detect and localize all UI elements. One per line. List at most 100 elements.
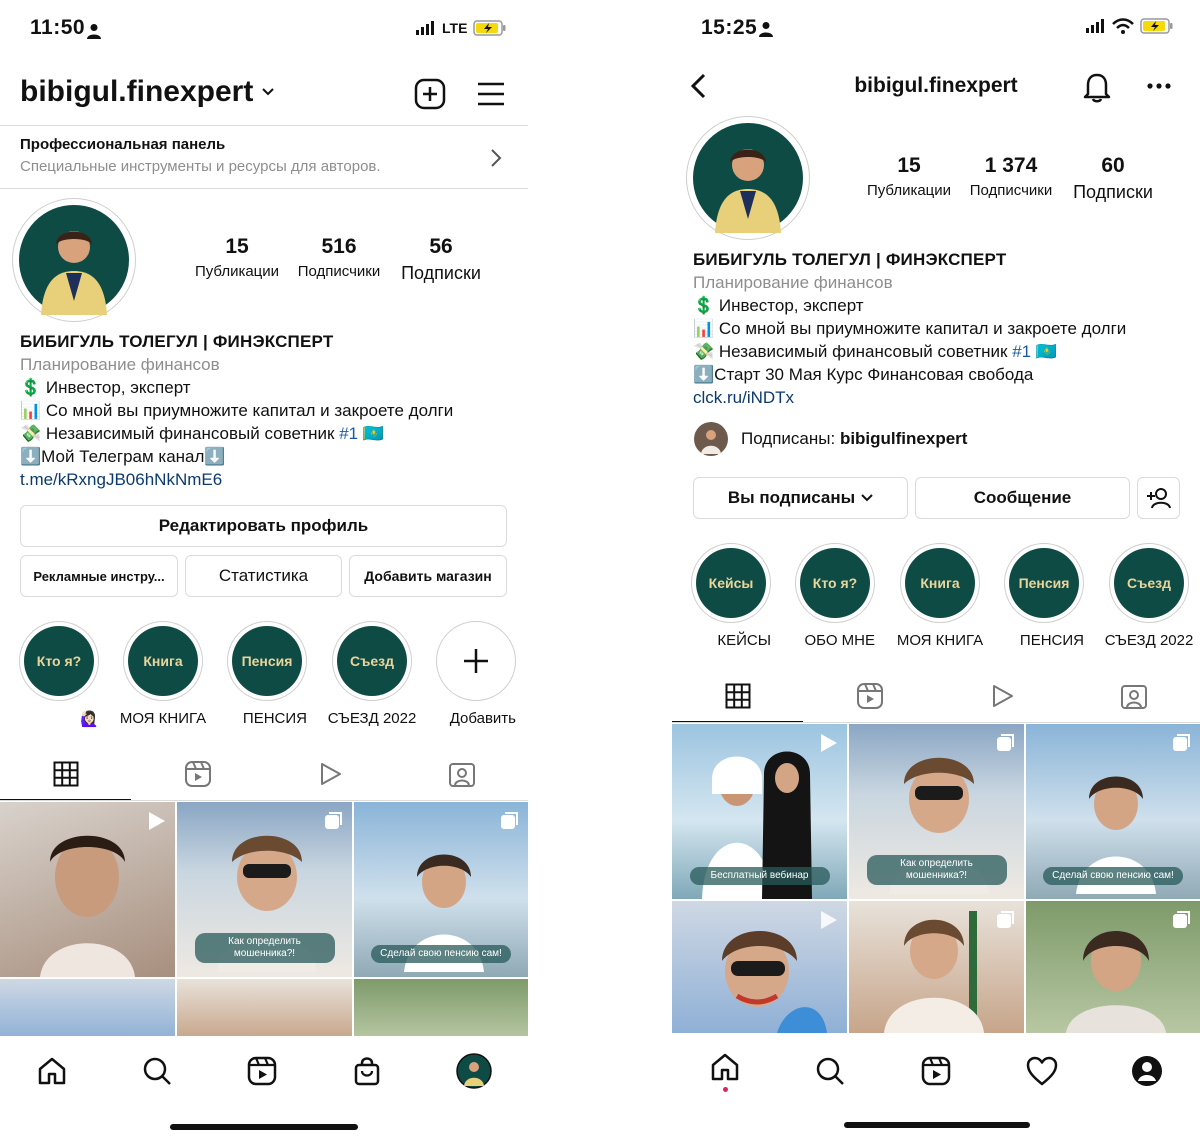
bio-link[interactable]: clck.ru/iNDTx [693, 386, 1198, 409]
edit-profile-button[interactable]: Редактировать профиль [20, 505, 507, 547]
post-thumbnail[interactable] [0, 979, 175, 1039]
carousel-icon [1173, 911, 1190, 928]
stat-value: 56 [429, 235, 453, 258]
tab-video[interactable] [936, 670, 1068, 722]
post-thumbnail[interactable]: Бесплатный вебинар [672, 724, 847, 899]
post-thumbnail[interactable] [849, 901, 1024, 1033]
carousel-icon [1173, 734, 1190, 751]
wifi-icon [1112, 18, 1134, 34]
grid-icon [725, 683, 751, 709]
followed-by[interactable]: Подписаны: bibigulfinexpert [693, 421, 967, 457]
reels-nav-icon[interactable] [920, 1055, 952, 1087]
stat-posts[interactable]: 15 Публикации [187, 235, 287, 280]
story-highlight[interactable]: Съезд СЪЕЗД 2022 [328, 621, 416, 728]
add-highlight-button[interactable]: Добавить [436, 621, 516, 728]
pro-panel-subtitle: Специальные инструменты и ресурсы для ав… [20, 158, 381, 175]
stat-posts[interactable]: 15 Публикации [859, 154, 959, 199]
plus-icon [464, 649, 488, 673]
highlight-cover: Пенсия [1009, 548, 1079, 618]
message-button[interactable]: Сообщение [915, 477, 1130, 519]
tab-video[interactable] [264, 748, 396, 800]
new-post-icon[interactable] [414, 78, 446, 110]
signal-icon [416, 21, 434, 35]
hashtag-link[interactable]: #1 [339, 424, 358, 443]
professional-dashboard[interactable]: Профессиональная панель Специальные инст… [0, 125, 528, 189]
post-thumbnail[interactable] [354, 979, 528, 1039]
tagged-icon [449, 763, 475, 787]
story-highlight[interactable]: Пенсия ПЕНСИЯ [1004, 543, 1084, 650]
post-thumbnail[interactable] [0, 802, 175, 977]
stat-following[interactable]: 56 Подписки [391, 235, 491, 284]
ad-tools-button[interactable]: Рекламные инстру... [20, 555, 178, 597]
tab-grid[interactable] [0, 748, 132, 800]
search-icon[interactable] [814, 1055, 846, 1087]
menu-icon[interactable] [476, 80, 506, 108]
post-thumbnail[interactable]: Сделай свою пенсию сам! [1026, 724, 1200, 899]
search-icon[interactable] [141, 1055, 173, 1087]
chevron-down-icon [262, 88, 275, 96]
profile-icon[interactable] [1131, 1055, 1163, 1087]
stat-followers[interactable]: 1 374 Подписчики [961, 154, 1061, 199]
post-thumbnail[interactable] [672, 901, 847, 1033]
highlight-cover: Кейсы [696, 548, 766, 618]
heart-icon[interactable] [1026, 1056, 1058, 1086]
profile-bio: БИБИГУЛЬ ТОЛЕГУЛ | ФИНЭКСПЕРТ Планирован… [20, 330, 520, 491]
system-icons [1086, 18, 1174, 34]
story-highlight[interactable]: Книга МОЯ КНИГА [896, 543, 984, 650]
tab-reels[interactable] [132, 748, 264, 800]
home-tab[interactable] [709, 1051, 741, 1092]
shop-icon[interactable] [351, 1055, 383, 1087]
video-badge-icon [821, 911, 837, 929]
tab-tagged[interactable] [396, 748, 528, 800]
stat-label: Публикации [866, 182, 952, 199]
highlight-cover: Съезд [337, 626, 407, 696]
bell-icon[interactable] [1082, 71, 1112, 103]
battery-icon [1140, 18, 1173, 34]
bio-line: 💲 Инвестор, эксперт [20, 378, 191, 397]
avatar[interactable] [686, 116, 810, 240]
following-button[interactable]: Вы подписаны [693, 477, 908, 519]
profile-avatar-icon[interactable] [455, 1053, 492, 1089]
left-screen: 11:50 LTE bibigul.finexpert Профессионал… [0, 0, 528, 1142]
more-icon[interactable] [1146, 82, 1172, 90]
story-highlight[interactable]: Книга МОЯ КНИГА [120, 621, 206, 728]
home-icon[interactable] [36, 1055, 68, 1087]
suggest-users-button[interactable] [1137, 477, 1180, 519]
following-label: Вы подписаны [727, 488, 856, 507]
highlight-caption: ПЕНСИЯ [242, 710, 307, 727]
avatar-image [693, 123, 803, 233]
divider [0, 800, 528, 801]
tab-grid[interactable] [672, 670, 804, 722]
bottom-nav [0, 1036, 528, 1106]
reels-nav-icon[interactable] [246, 1055, 278, 1087]
post-thumbnail[interactable]: Сделай свою пенсию сам! [354, 802, 528, 977]
followed-by-text: Подписаны: bibigulfinexpert [741, 429, 967, 449]
carousel-icon [997, 911, 1014, 928]
stat-followers[interactable]: 516 Подписчики [289, 235, 389, 280]
post-thumbnail[interactable]: Как определить мошенника?! [177, 802, 352, 977]
story-highlight[interactable]: Кто я? 🙋🏻‍♀️ [19, 621, 99, 729]
post-thumbnail[interactable] [177, 979, 352, 1039]
reels-icon [185, 761, 211, 787]
tab-reels[interactable] [804, 670, 936, 722]
stat-label: Публикации [194, 263, 280, 280]
highlight-caption: МОЯ КНИГА [896, 632, 984, 649]
story-highlight[interactable]: Кейсы КЕЙСЫ [691, 543, 771, 650]
bio-link[interactable]: t.me/kRxngJB06hNkNmE6 [20, 468, 520, 491]
post-thumbnail[interactable]: Как определить мошенника?! [849, 724, 1024, 899]
bio-line: ⬇️Мой Телеграм канал⬇️ [20, 447, 226, 466]
story-highlight[interactable]: Съезд СЪЕЗД 2022 [1105, 543, 1193, 650]
stat-following[interactable]: 60 Подписки [1063, 154, 1163, 203]
account-switcher[interactable]: bibigul.finexpert [20, 75, 275, 109]
story-highlight[interactable]: Кто я? ОБО МНЕ [795, 543, 875, 650]
add-shop-button[interactable]: Добавить магазин [349, 555, 507, 597]
post-thumbnail[interactable] [1026, 901, 1200, 1033]
tab-tagged[interactable] [1068, 670, 1200, 722]
avatar[interactable] [12, 198, 136, 322]
post-photo [40, 835, 135, 977]
insights-button[interactable]: Статистика [185, 555, 342, 597]
story-highlight[interactable]: Пенсия ПЕНСИЯ [227, 621, 307, 728]
hashtag-link[interactable]: #1 [1012, 342, 1031, 361]
profile-tabs [0, 748, 528, 800]
bio-text: 🇰🇿 [358, 424, 384, 443]
